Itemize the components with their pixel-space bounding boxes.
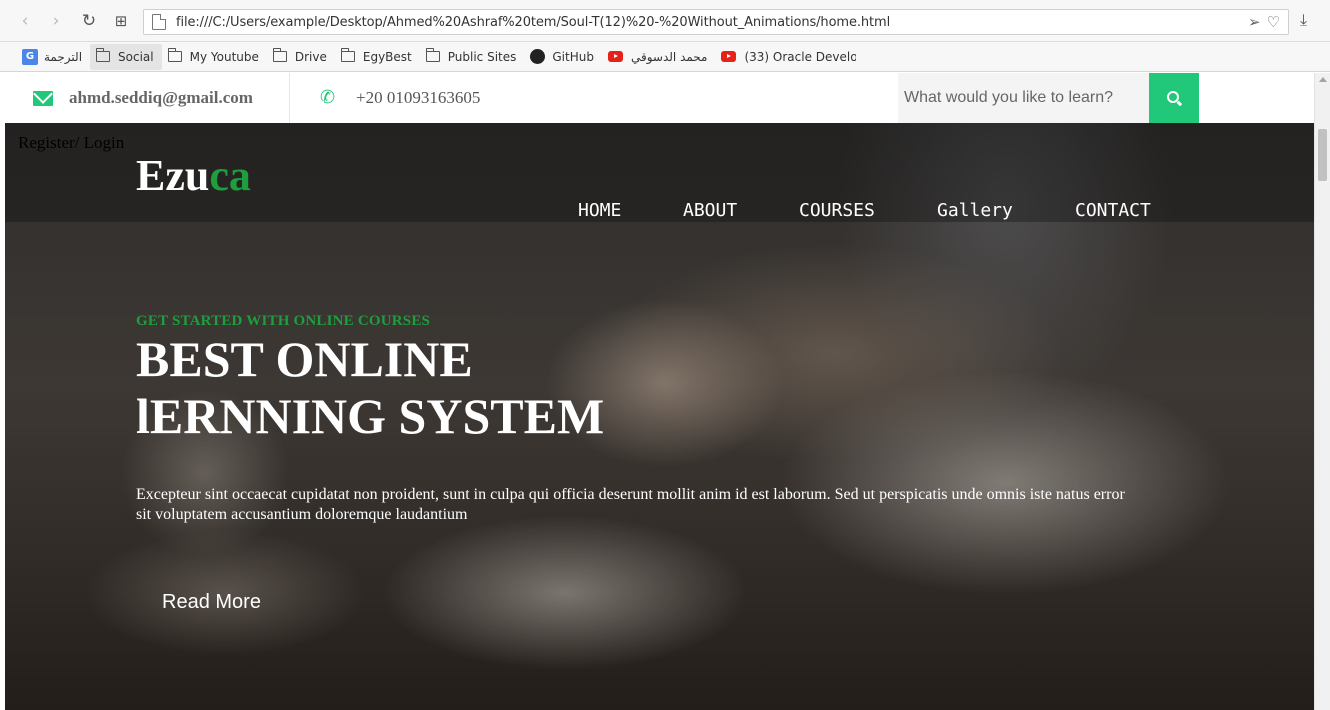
browser-toolbar: ‹ › ↻ ⊞ file:///C:/Users/example/Desktop… bbox=[0, 0, 1330, 42]
address-bar[interactable]: file:///C:/Users/example/Desktop/Ahmed%2… bbox=[143, 9, 1289, 35]
github-icon bbox=[530, 49, 546, 64]
logo-main-text: Ezu bbox=[136, 151, 210, 200]
phone-text: +20 01093163605 bbox=[356, 88, 481, 107]
reload-icon[interactable]: ↻ bbox=[78, 10, 100, 32]
read-more-button[interactable]: Read More bbox=[162, 591, 261, 614]
apps-grid-icon[interactable]: ⊞ bbox=[110, 10, 132, 32]
back-arrow-icon[interactable]: ‹ bbox=[14, 10, 36, 32]
forward-arrow-icon[interactable]: › bbox=[45, 10, 67, 32]
folder-icon bbox=[167, 48, 182, 62]
bookmark-label: Drive bbox=[294, 49, 327, 64]
bookmark-public-sites[interactable]: Public Sites bbox=[420, 44, 525, 70]
scroll-up-arrow-icon[interactable] bbox=[1319, 77, 1327, 82]
bookmark-my-youtube[interactable]: My Youtube bbox=[162, 44, 267, 70]
divider bbox=[289, 73, 290, 123]
hero-section: Register/ Login Ezuca HOME ABOUT COURSES… bbox=[5, 123, 1314, 710]
bookmark-github[interactable]: GitHub bbox=[524, 44, 602, 70]
download-icon[interactable]: ⤓ bbox=[1300, 10, 1307, 30]
file-page-icon bbox=[152, 14, 166, 30]
site-logo[interactable]: Ezuca bbox=[136, 150, 251, 201]
hero-description-line1: Excepteur sint occaecat cupidatat non pr… bbox=[136, 486, 1125, 503]
bookmark-label: محمد الدسوقي bbox=[630, 49, 708, 64]
phone-icon: ✆ bbox=[320, 87, 336, 108]
bookmark-label: Public Sites bbox=[447, 49, 517, 64]
bookmark-label: EgyBest bbox=[362, 49, 412, 64]
envelope-icon bbox=[33, 90, 53, 106]
translate-icon: G bbox=[22, 48, 38, 65]
logo-accent-text: ca bbox=[209, 151, 251, 200]
youtube-icon bbox=[721, 51, 737, 62]
address-bar-url: file:///C:/Users/example/Desktop/Ahmed%2… bbox=[176, 14, 891, 30]
bookmark-oracle-developer[interactable]: (33) Oracle Developer bbox=[715, 44, 864, 70]
email-text: ahmd.seddiq@gmail.com bbox=[69, 88, 253, 107]
contact-email[interactable]: ahmd.seddiq@gmail.com bbox=[33, 73, 253, 123]
bookmark-label: Social bbox=[118, 49, 154, 64]
search-button[interactable] bbox=[1149, 73, 1199, 123]
bookmark-social[interactable]: Social bbox=[90, 43, 162, 70]
bookmark-egybest[interactable]: EgyBest bbox=[335, 44, 420, 70]
bookmark-label: GitHub bbox=[552, 49, 594, 64]
folder-icon bbox=[272, 48, 287, 62]
bookmarks-bar: G الترجمة Social My Youtube Drive EgyBes… bbox=[0, 42, 1330, 72]
bookmark-label: My Youtube bbox=[189, 49, 259, 64]
register-login-link[interactable]: Register/ Login bbox=[18, 133, 124, 153]
folder-icon bbox=[425, 48, 440, 62]
bookmark-label: الترجمة bbox=[44, 49, 83, 64]
bookmark-translate[interactable]: G الترجمة bbox=[16, 44, 90, 70]
nav-home[interactable]: HOME bbox=[578, 200, 621, 221]
contact-phone[interactable]: ✆ +20 01093163605 bbox=[320, 73, 480, 123]
folder-icon bbox=[96, 48, 111, 62]
search-input[interactable] bbox=[898, 73, 1149, 123]
contact-info-bar: ahmd.seddiq@gmail.com ✆ +20 01093163605 bbox=[5, 73, 1314, 123]
nav-gallery[interactable]: Gallery bbox=[937, 200, 1013, 221]
page-scrollbar[interactable] bbox=[1314, 73, 1330, 710]
hero-eyebrow: GET STARTED WITH ONLINE COURSES bbox=[136, 313, 431, 329]
heart-icon[interactable]: ♡ bbox=[1267, 13, 1280, 31]
hero-headline-line1: BEST ONLINE bbox=[136, 331, 473, 387]
hero-headline-line2: lERNNING SYSTEM bbox=[136, 388, 605, 444]
youtube-icon bbox=[607, 51, 623, 62]
search-box bbox=[898, 73, 1149, 123]
bookmark-youtube-channel[interactable]: محمد الدسوقي bbox=[602, 44, 716, 70]
folder-icon bbox=[340, 48, 355, 62]
bookmark-drive[interactable]: Drive bbox=[267, 44, 335, 70]
send-icon[interactable]: ➢ bbox=[1248, 13, 1261, 31]
page-viewport: ahmd.seddiq@gmail.com ✆ +20 01093163605 … bbox=[5, 73, 1314, 710]
nav-about[interactable]: ABOUT bbox=[683, 200, 737, 221]
hero-description-line2: sit voluptatem accusantium doloremque la… bbox=[136, 506, 468, 523]
search-icon bbox=[1167, 91, 1179, 103]
hero-headline: BEST ONLINE lERNNING SYSTEM bbox=[136, 331, 604, 445]
nav-courses[interactable]: COURSES bbox=[799, 200, 875, 221]
bookmark-label: (33) Oracle Developer bbox=[744, 49, 857, 64]
scrollbar-thumb[interactable] bbox=[1318, 129, 1327, 181]
hero-description: Excepteur sint occaecat cupidatat non pr… bbox=[136, 485, 1166, 525]
nav-contact[interactable]: CONTACT bbox=[1075, 200, 1151, 221]
